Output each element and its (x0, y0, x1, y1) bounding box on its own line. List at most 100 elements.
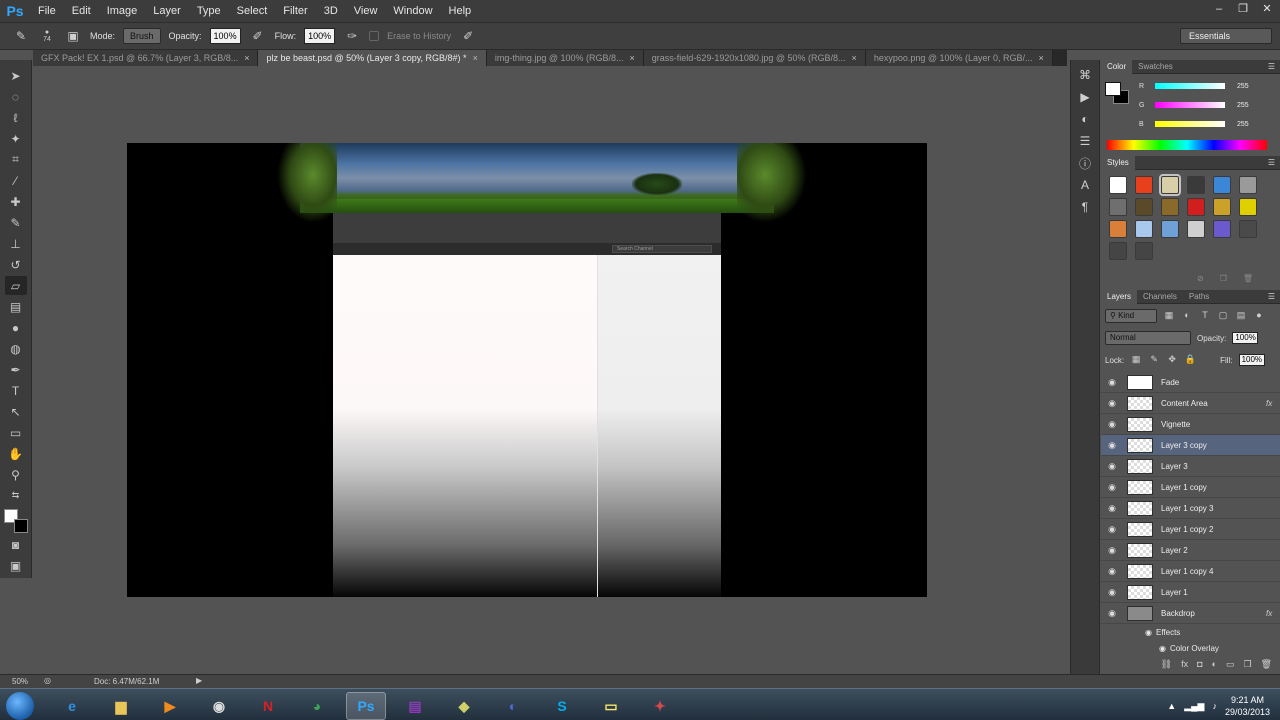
visibility-eye-icon[interactable]: ◉ (1101, 377, 1123, 388)
style-swatch[interactable] (1213, 220, 1231, 238)
style-swatch[interactable] (1109, 242, 1127, 260)
panel-menu-icon[interactable]: ☰ (1268, 158, 1275, 167)
filter-pixel-icon[interactable]: ▦ (1163, 310, 1175, 322)
filter-smart-object-icon[interactable]: ▤ (1235, 310, 1247, 322)
move-tool-icon[interactable]: ➤ (5, 66, 27, 85)
menu-help[interactable]: Help (441, 5, 480, 17)
layer-name[interactable]: Layer 1 copy 4 (1161, 567, 1266, 576)
eyedropper-tool-icon[interactable]: ⁄ (5, 171, 27, 190)
style-swatch[interactable] (1187, 176, 1205, 194)
style-swatch[interactable] (1161, 220, 1179, 238)
tray-expand-icon[interactable]: ▲ (1167, 701, 1176, 711)
layer-row[interactable]: ◉ Vignette (1101, 414, 1280, 435)
brush-tool-icon[interactable]: ✎ (5, 213, 27, 232)
character-panel-icon[interactable]: A (1075, 176, 1095, 194)
layer-fx-icon[interactable]: fx (1266, 399, 1280, 408)
lock-position-icon[interactable]: ✥ (1166, 354, 1178, 366)
green-value[interactable]: 255 (1233, 99, 1261, 111)
layer-row[interactable]: ◉ Layer 1 copy 3 (1101, 498, 1280, 519)
style-swatch[interactable] (1213, 198, 1231, 216)
screen-mode-icon[interactable]: ▣ (5, 556, 27, 575)
properties-panel-icon[interactable]: ☰ (1075, 132, 1095, 150)
lock-pixels-icon[interactable]: ✎ (1148, 354, 1160, 366)
blur-tool-icon[interactable]: ● (5, 318, 27, 337)
zoom-level[interactable]: 50% (12, 677, 28, 686)
netflix-taskbar-icon[interactable]: N (248, 692, 288, 720)
chrome-taskbar-icon[interactable]: ◕ (297, 692, 337, 720)
visibility-eye-icon[interactable]: ◉ (1101, 503, 1123, 514)
new-group-icon[interactable]: ▭ (1226, 659, 1235, 670)
kind-filter-dropdown[interactable]: ⚲ Kind (1105, 309, 1157, 323)
brush-panel-icon[interactable]: ▣ (64, 27, 82, 45)
winrar-taskbar-icon[interactable]: ▤ (395, 692, 435, 720)
layer-name[interactable]: Layer 3 copy (1161, 441, 1266, 450)
layer-opacity-input[interactable]: 100% (1232, 332, 1259, 344)
menu-window[interactable]: Window (385, 5, 440, 17)
layer-row[interactable]: ◉ Layer 1 copy (1101, 477, 1280, 498)
layer-name[interactable]: Layer 3 (1161, 462, 1266, 471)
menu-select[interactable]: Select (229, 5, 276, 17)
blue-value[interactable]: 255 (1233, 118, 1261, 130)
tab-swatches[interactable]: Swatches (1132, 60, 1179, 74)
layer-row[interactable]: ◉ Layer 1 copy 4 (1101, 561, 1280, 582)
restore-icon[interactable]: ❐ (1236, 2, 1250, 16)
menu-type[interactable]: Type (189, 5, 229, 17)
layer-name[interactable]: Fade (1161, 378, 1266, 387)
style-swatch[interactable] (1135, 220, 1153, 238)
filter-type-icon[interactable]: T (1199, 310, 1211, 322)
clock[interactable]: 9:21 AM 29/03/2013 (1225, 694, 1270, 718)
close-tab-icon[interactable]: × (630, 53, 635, 63)
eraser-preset-icon[interactable]: ✎ (12, 27, 30, 45)
internet-explorer-taskbar-icon[interactable]: e (52, 692, 92, 720)
foreground-color-chip[interactable] (1105, 82, 1121, 96)
pressure-size-icon[interactable]: ✐ (459, 27, 477, 45)
menu-file[interactable]: File (30, 5, 64, 17)
layer-row[interactable]: ◉ Layer 2 (1101, 540, 1280, 561)
layer-name[interactable]: Backdrop (1161, 609, 1266, 618)
camera-app-taskbar-icon[interactable]: ◉ (199, 692, 239, 720)
lock-all-icon[interactable]: 🔒 (1184, 354, 1196, 366)
add-mask-icon[interactable]: ◘ (1197, 659, 1202, 669)
visibility-eye-icon[interactable]: ◉ (1101, 587, 1123, 598)
erase-history-checkbox[interactable] (369, 31, 380, 41)
eraser-tool-icon[interactable]: ▱ (4, 276, 27, 295)
visibility-eye-icon[interactable]: ◉ (1101, 566, 1123, 577)
path-select-tool-icon[interactable]: ↖ (5, 402, 27, 421)
layer-row[interactable]: ◉ Layer 1 (1101, 582, 1280, 603)
tab-styles[interactable]: Styles (1101, 155, 1135, 170)
menu-image[interactable]: Image (99, 5, 146, 17)
status-menu-arrow-icon[interactable]: ▶ (196, 676, 202, 685)
gradient-tool-icon[interactable]: ▤ (5, 297, 27, 316)
clone-stamp-tool-icon[interactable]: ⊥ (5, 234, 27, 253)
document-canvas[interactable]: Search Channel (127, 143, 927, 597)
blue-slider[interactable] (1155, 121, 1225, 127)
pen-tool-icon[interactable]: ✒ (5, 360, 27, 379)
adjustment-layer-icon[interactable]: ◐ (1212, 659, 1217, 669)
marquee-tool-icon[interactable]: ◌ (5, 87, 27, 106)
volume-icon[interactable]: ♪ (1212, 701, 1217, 711)
doc-tab-gfx-pack[interactable]: GFX Pack! EX 1.psd @ 66.7% (Layer 3, RGB… (33, 50, 259, 66)
background-color-swatch[interactable] (13, 519, 28, 533)
menu-3d[interactable]: 3D (316, 5, 346, 17)
pressure-opacity-icon[interactable]: ✐ (249, 27, 267, 45)
visibility-eye-icon[interactable]: ◉ (1101, 461, 1123, 472)
tab-channels[interactable]: Channels (1137, 290, 1183, 304)
style-swatch[interactable] (1161, 198, 1179, 216)
status-options-icon[interactable]: ◎ (44, 676, 51, 685)
opacity-input[interactable]: 100% (209, 28, 241, 44)
close-tab-icon[interactable]: × (1039, 53, 1044, 63)
layer-name[interactable]: Layer 1 (1161, 588, 1266, 597)
actions-panel-icon[interactable]: ▶ (1075, 88, 1095, 106)
link-layers-icon[interactable]: ⛓ (1161, 659, 1172, 670)
filter-shape-icon[interactable]: ▢ (1217, 310, 1229, 322)
layer-name[interactable]: Layer 1 copy 3 (1161, 504, 1266, 513)
layer-fx-icon[interactable]: fx (1266, 609, 1280, 618)
color-picker-swatches[interactable] (3, 509, 28, 533)
menu-filter[interactable]: Filter (275, 5, 315, 17)
add-style-icon[interactable]: fx (1181, 659, 1188, 669)
effect-eye-icon[interactable]: ◉ (1159, 644, 1166, 653)
rectangle-tool-icon[interactable]: ▭ (5, 423, 27, 442)
flow-input[interactable]: 100% (304, 28, 336, 44)
lock-transparent-icon[interactable]: ▦ (1130, 354, 1142, 366)
close-tab-icon[interactable]: × (473, 53, 478, 63)
